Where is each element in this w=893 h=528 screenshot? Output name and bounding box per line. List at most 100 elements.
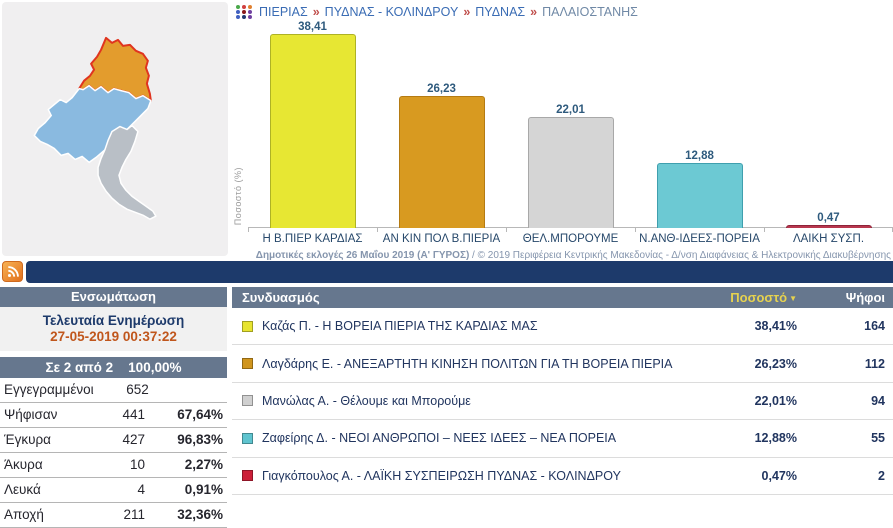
stats-panel: Ενσωμάτωση Τελευταία Ενημέρωση 27-05-201… <box>0 287 227 528</box>
party-result-row[interactable]: Γιαγκόπουλος Α. - ΛΑΪΚΗ ΣΥΣΠΕΙΡΩΣΗ ΠΥΔΝΑ… <box>232 457 893 495</box>
breadcrumb-separator: » <box>312 4 320 19</box>
party-votes: 2 <box>878 468 885 483</box>
party-result-row[interactable]: Ζαφείρης Δ. - ΝΕΟΙ ΑΝΘΡΩΠΟΙ – ΝΕΕΣ ΙΔΕΕΣ… <box>232 420 893 458</box>
results-table-header: Συνδυασμός Ποσοστό ▼ Ψήφοι <box>232 287 893 308</box>
stats-row-label: Λευκά <box>4 482 41 497</box>
breadcrumb-item[interactable]: ΠΑΛΑΙΟΣΤΑΝΗΣ <box>542 5 638 19</box>
stats-row-label: Αποχή <box>4 507 44 522</box>
stats-row-percent: 0,91% <box>184 482 223 497</box>
bar <box>656 162 743 228</box>
bar-slot: 26,23 <box>377 83 506 228</box>
reporting-progress: Σε 2 από 2 100,00% <box>0 357 227 378</box>
results-table: Συνδυασμός Ποσοστό ▼ Ψήφοι Καζάς Π. - Η Β… <box>232 287 893 495</box>
map-region-blue[interactable] <box>33 84 152 164</box>
party-percent: 38,41% <box>754 319 797 334</box>
party-name: Λαγδάρης Ε. - ΑΝΕΞΑΡΤΗΤΗ ΚΙΝΗΣΗ ΠΟΛΙΤΩΝ … <box>262 356 673 371</box>
footer-credit: Δημοτικές εκλογές 26 Μαΐου 2019 (Α' ΓΥΡΟ… <box>256 250 891 261</box>
dots-grid-icon <box>236 4 253 19</box>
bar-category-label: ΛΑΪΚΗ ΣΥΣΠ. <box>792 233 865 245</box>
party-result-row[interactable]: Μανώλας Α. - Θέλουμε και Μπορούμε 22,01%… <box>232 382 893 421</box>
party-name: Ζαφείρης Δ. - ΝΕΟΙ ΑΝΘΡΩΠΟΙ – ΝΕΕΣ ΙΔΕΕΣ… <box>262 431 617 446</box>
party-color-swatch <box>242 320 253 332</box>
bar <box>269 34 356 228</box>
party-percent: 12,88% <box>754 431 797 446</box>
party-color-swatch <box>242 395 253 407</box>
divider-bar <box>26 261 893 283</box>
party-percent: 22,01% <box>754 393 797 408</box>
bar-slot: 22,01 <box>506 104 635 228</box>
stats-row: Εγγεγραμμένοι 652 <box>0 378 227 403</box>
stats-row: Λευκά 4 0,91% <box>0 478 227 503</box>
bar-slot: 0,47 <box>764 211 893 228</box>
stats-rows: Εγγεγραμμένοι 652 Ψήφισαν 441 67,64% Έγκ… <box>0 378 227 528</box>
party-votes: 55 <box>871 431 885 446</box>
breadcrumb-separator: » <box>530 4 538 19</box>
stats-row-label: Άκυρα <box>4 457 43 472</box>
column-header-percent-sort[interactable]: Ποσοστό ▼ <box>687 290 797 305</box>
results-bar-chart: Ποσοστό (%) 38,41 26,23 22,01 12,88 0,47 Η Β… <box>232 20 893 255</box>
party-result-row[interactable]: Λαγδάρης Ε. - ΑΝΕΞΑΡΤΗΤΗ ΚΙΝΗΣΗ ΠΟΛΙΤΩΝ … <box>232 345 893 383</box>
breadcrumb-items: ΠΙΕΡΙΑΣ » ΠΥΔΝΑΣ - ΚΟΛΙΝΔΡΟΥ » ΠΥΔΝΑΣ » ΠΑΛΑΙΟ… <box>259 5 638 19</box>
stats-row-percent: 67,64% <box>177 407 223 422</box>
stats-row-label: Ψήφισαν <box>4 407 58 422</box>
stats-row: Ψήφισαν 441 67,64% <box>0 403 227 428</box>
party-name: Μανώλας Α. - Θέλουμε και Μπορούμε <box>262 393 471 408</box>
stats-panel-title: Ενσωμάτωση <box>0 287 227 307</box>
last-update-timestamp: 27-05-2019 00:37:22 <box>50 329 177 344</box>
stats-row-value: 4 <box>137 482 145 497</box>
bar-value-label: 0,47 <box>817 211 840 224</box>
axis-tick <box>248 228 249 232</box>
chart-plot-area: 38,41 26,23 22,01 12,88 0,47 <box>248 20 893 232</box>
rss-icon[interactable] <box>2 261 23 282</box>
bar <box>527 116 614 228</box>
bar-slot: 12,88 <box>635 150 764 228</box>
election-title: Δημοτικές εκλογές 26 Μαΐου 2019 (Α' ΓΥΡΟ… <box>255 250 470 261</box>
bar-value-label: 22,01 <box>556 103 585 116</box>
party-percent: 0,47% <box>761 468 797 483</box>
stats-row-label: Έγκυρα <box>4 432 51 447</box>
breadcrumb: ΠΙΕΡΙΑΣ » ΠΥΔΝΑΣ - ΚΟΛΙΝΔΡΟΥ » ΠΥΔΝΑΣ » ΠΑΛΑΙΟ… <box>236 4 638 19</box>
bar <box>398 95 485 228</box>
sort-desc-icon: ▼ <box>789 294 797 303</box>
stats-row-value: 427 <box>122 432 145 447</box>
party-color-swatch <box>242 432 253 444</box>
stats-row-value: 10 <box>129 457 145 472</box>
bar-category-label: ΘΕΛ.ΜΠΟΡΟΥΜΕ <box>522 233 619 245</box>
party-name: Γιαγκόπουλος Α. - ΛΑΪΚΗ ΣΥΣΠΕΙΡΩΣΗ ΠΥΔΝΑ… <box>262 468 621 483</box>
rss-glyph <box>7 265 19 277</box>
bar-category-label: Ν.ΑΝΘ-ΙΔΕΕΣ-ΠΟΡΕΙΑ <box>639 233 760 245</box>
stats-row: Έγκυρα 427 96,83% <box>0 428 227 453</box>
results-table-body: Καζάς Π. - Η ΒΟΡΕΙΑ ΠΙΕΡΙΑ ΤΗΣ ΚΑΡΔΙΑΣ Μ… <box>232 308 893 495</box>
region-map <box>2 2 228 256</box>
chart-y-axis-label: Ποσοστό (%) <box>233 166 243 225</box>
breadcrumb-separator: » <box>463 4 471 19</box>
axis-tick <box>377 228 378 232</box>
bar-category-label: Η Β.ΠΙΕΡ ΚΑΡΔΙΑΣ <box>262 233 363 245</box>
breadcrumb-item[interactable]: ΠΥΔΝΑΣ <box>475 5 525 19</box>
chart-x-labels: Η Β.ΠΙΕΡ ΚΑΡΔΙΑΣ ΑΝ ΚΙΝ ΠΟΛ Β.ΠΙΕΡΙΑ ΘΕΛ.Μ… <box>248 233 893 245</box>
axis-tick <box>506 228 507 232</box>
map-svg <box>33 36 157 220</box>
stats-row-value: 211 <box>123 507 145 522</box>
axis-tick <box>635 228 636 232</box>
stats-row: Αποχή 211 32,36% <box>0 503 227 528</box>
bar-value-label: 38,41 <box>298 21 327 34</box>
stats-row-value: 441 <box>122 407 145 422</box>
chart-bars: 38,41 26,23 22,01 12,88 0,47 <box>248 20 893 228</box>
party-percent: 26,23% <box>754 356 797 371</box>
last-update-label: Τελευταία Ενημέρωση <box>42 313 185 328</box>
bar-slot: 38,41 <box>248 21 377 228</box>
party-color-swatch <box>242 470 253 482</box>
stats-row-percent: 96,83% <box>177 432 223 447</box>
party-name: Καζάς Π. - Η ΒΟΡΕΙΑ ΠΙΕΡΙΑ ΤΗΣ ΚΑΡΔΙΑΣ Μ… <box>262 319 538 334</box>
stats-row-percent: 32,36% <box>177 507 223 522</box>
bar <box>785 224 872 228</box>
column-header-party: Συνδυασμός <box>242 290 320 305</box>
axis-tick <box>764 228 765 232</box>
bar-value-label: 26,23 <box>427 82 456 95</box>
breadcrumb-item[interactable]: ΠΙΕΡΙΑΣ <box>259 5 308 19</box>
party-result-row[interactable]: Καζάς Π. - Η ΒΟΡΕΙΑ ΠΙΕΡΙΑ ΤΗΣ ΚΑΡΔΙΑΣ Μ… <box>232 308 893 346</box>
stats-row: Άκυρα 10 2,27% <box>0 453 227 478</box>
breadcrumb-item[interactable]: ΠΥΔΝΑΣ - ΚΟΛΙΝΔΡΟΥ <box>325 5 459 19</box>
last-update-box: Τελευταία Ενημέρωση 27-05-2019 00:37:22 <box>0 307 227 351</box>
